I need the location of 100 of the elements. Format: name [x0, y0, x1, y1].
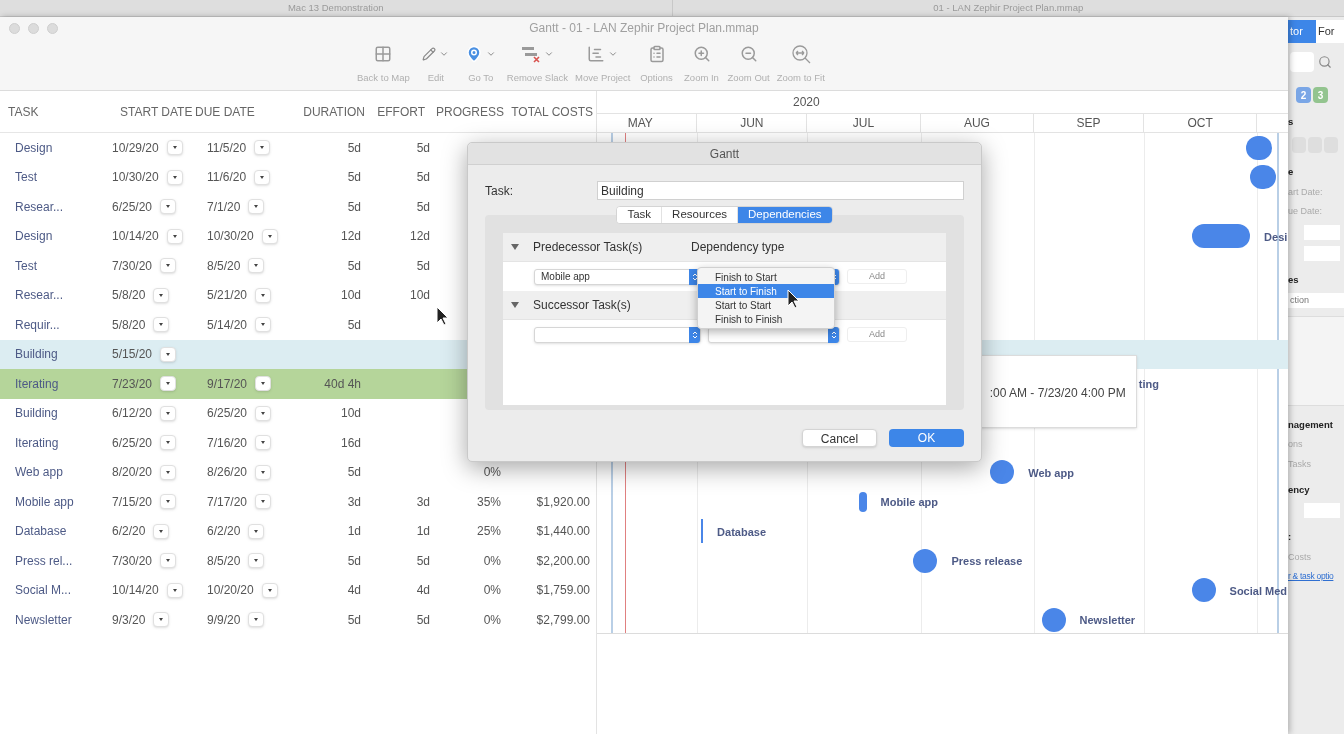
date-dropdown-button[interactable]: [255, 464, 272, 480]
table-cell: Mobile app: [15, 494, 74, 509]
caret-icon: [166, 264, 171, 268]
table-cell-text: 7/23/20: [112, 375, 153, 393]
dialog-tab[interactable]: Dependencies: [738, 207, 832, 223]
table-cell-text: 6/2/20: [112, 523, 146, 541]
task-select[interactable]: [534, 326, 701, 343]
table-cell-text: 6/25/20: [112, 198, 153, 216]
task-bar[interactable]: [913, 548, 938, 573]
date-dropdown-button[interactable]: [255, 376, 272, 392]
column-header[interactable]: TASK: [8, 104, 39, 119]
inspector-tab[interactable]: For: [1316, 20, 1344, 43]
inspector-tab[interactable]: tor: [1288, 20, 1316, 43]
task-bar[interactable]: [1250, 165, 1276, 190]
search-field[interactable]: [1290, 52, 1314, 72]
column-header[interactable]: DURATION: [303, 102, 365, 121]
caret-icon: [261, 470, 266, 474]
date-dropdown-button[interactable]: [255, 494, 272, 510]
table-cell-text: 11/5/20: [207, 139, 247, 157]
date-dropdown-button[interactable]: [153, 317, 170, 333]
date-dropdown-button[interactable]: [160, 258, 177, 274]
date-dropdown-button[interactable]: [261, 228, 278, 244]
task-bar[interactable]: [701, 519, 704, 544]
disclosure-triangle-icon[interactable]: [511, 301, 519, 309]
menu-item[interactable]: Start to Start: [698, 298, 834, 312]
table-cell-text: 4d: [347, 582, 361, 600]
date-dropdown-button[interactable]: [255, 287, 272, 303]
task-bar[interactable]: [1191, 224, 1251, 249]
date-dropdown-button[interactable]: [160, 376, 177, 392]
year-label: 2020: [793, 94, 820, 111]
date-dropdown-button[interactable]: [255, 405, 272, 421]
options-link[interactable]: r & task optio: [1288, 570, 1344, 583]
column-header[interactable]: EFFORT: [377, 102, 425, 121]
table-cell-text: 10/20/20: [207, 582, 254, 600]
date-dropdown-button[interactable]: [254, 140, 271, 156]
date-dropdown-button[interactable]: [254, 169, 271, 185]
task-bar[interactable]: [1246, 135, 1273, 160]
task-bar[interactable]: [858, 491, 867, 512]
gantt-chart-icon: [587, 45, 606, 63]
table-cell: Resear...: [15, 199, 64, 214]
task-name-field[interactable]: Building: [597, 181, 964, 200]
date-dropdown-button[interactable]: [166, 169, 183, 185]
date-dropdown-button[interactable]: [153, 612, 170, 628]
date-dropdown-button[interactable]: [160, 346, 177, 362]
task-bar[interactable]: [1191, 578, 1216, 603]
date-dropdown-button[interactable]: [248, 612, 265, 628]
table-cell-text: 35%: [476, 493, 501, 511]
table-cell-text: 5d: [347, 257, 361, 275]
task-bar-label: ting: [1138, 377, 1159, 392]
month-label: JUN: [740, 115, 764, 132]
dialog-button[interactable]: OK: [889, 429, 964, 447]
date-dropdown-button[interactable]: [255, 317, 272, 333]
task-bar[interactable]: [1041, 607, 1066, 632]
dialog-button[interactable]: Cancel: [802, 429, 877, 447]
section-heading: es: [1288, 272, 1300, 287]
date-dropdown-button[interactable]: [248, 258, 265, 274]
table-cell-text: 5d: [416, 139, 430, 157]
column-header[interactable]: DUE DATE: [195, 104, 255, 119]
date-dropdown-button[interactable]: [255, 435, 272, 451]
date-dropdown-button[interactable]: [166, 582, 183, 598]
column-header[interactable]: START DATE: [120, 104, 193, 119]
table-cell-text: $1,440.00: [536, 523, 590, 541]
date-dropdown-button[interactable]: [166, 140, 183, 156]
table-cell-text: 12d: [340, 228, 361, 246]
date-dropdown-button[interactable]: [160, 553, 177, 569]
column-header[interactable]: PROGRESS: [436, 102, 504, 121]
caret-icon: [166, 382, 171, 386]
date-dropdown-button[interactable]: [153, 523, 170, 539]
caret-icon: [261, 441, 266, 445]
window-control-button[interactable]: [47, 23, 58, 34]
date-dropdown-button[interactable]: [261, 582, 278, 598]
date-dropdown-button[interactable]: [166, 228, 183, 244]
date-dropdown-button[interactable]: [160, 199, 177, 215]
window-control-button[interactable]: [28, 23, 39, 34]
table-cell-text: 0%: [483, 611, 501, 629]
date-dropdown-button[interactable]: [248, 523, 265, 539]
date-dropdown-button[interactable]: [153, 287, 170, 303]
window-control-button[interactable]: [9, 23, 20, 34]
table-cell-text: 10/30/20: [207, 228, 254, 246]
dialog-tab[interactable]: Task: [617, 207, 663, 223]
caret-icon: [166, 500, 171, 504]
menu-item[interactable]: Finish to Start: [698, 270, 834, 284]
date-dropdown-button[interactable]: [160, 405, 177, 421]
task-bar[interactable]: [990, 460, 1015, 485]
date-dropdown-button[interactable]: [160, 494, 177, 510]
menu-item[interactable]: Finish to Finish: [698, 312, 834, 326]
date-dropdown-button[interactable]: [248, 199, 265, 215]
search-field[interactable]: ction: [1288, 292, 1344, 308]
date-dropdown-button[interactable]: [248, 553, 265, 569]
menu-item[interactable]: Start to Finish: [698, 284, 834, 298]
table-cell-text: 5/8/20: [112, 316, 146, 334]
column-header[interactable]: TOTAL COSTS: [511, 102, 593, 121]
disclosure-triangle-icon[interactable]: [511, 243, 519, 251]
priority-badge[interactable]: 2: [1296, 87, 1311, 103]
date-dropdown-button[interactable]: [160, 464, 177, 480]
table-cell-text: 25%: [476, 523, 501, 541]
caret-icon: [172, 234, 177, 238]
table-cell-text: 12d: [409, 228, 430, 246]
window-title: Gantt - 01 - LAN Zephir Project Plan.mmap: [529, 19, 759, 37]
date-dropdown-button[interactable]: [160, 435, 177, 451]
